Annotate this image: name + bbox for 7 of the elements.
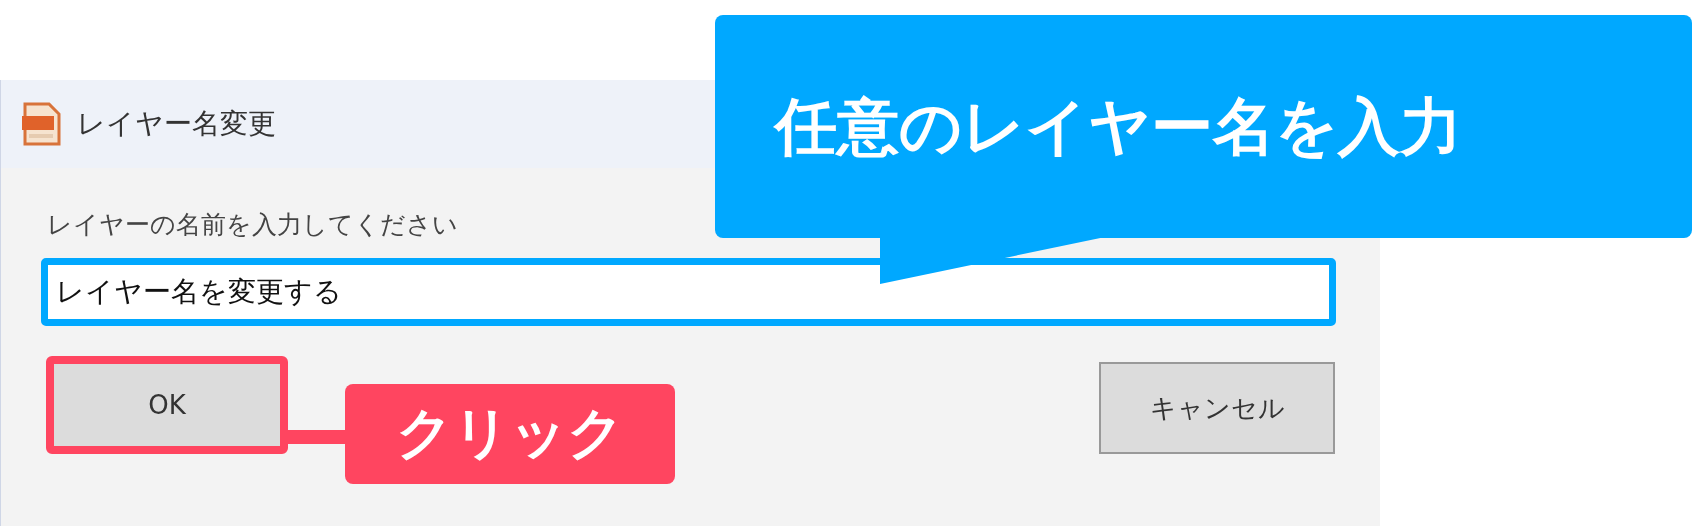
ok-button[interactable]: OK [46, 356, 288, 454]
prompt-text: レイヤーの名前を入力してください [47, 209, 459, 241]
click-label: クリック [345, 384, 675, 484]
window-title: レイヤー名変更 [77, 106, 276, 142]
input-field[interactable]: レイヤー名を変更する [41, 258, 1336, 326]
pdf-icon [21, 102, 63, 146]
cancel-button[interactable]: キャンセル [1099, 362, 1335, 454]
